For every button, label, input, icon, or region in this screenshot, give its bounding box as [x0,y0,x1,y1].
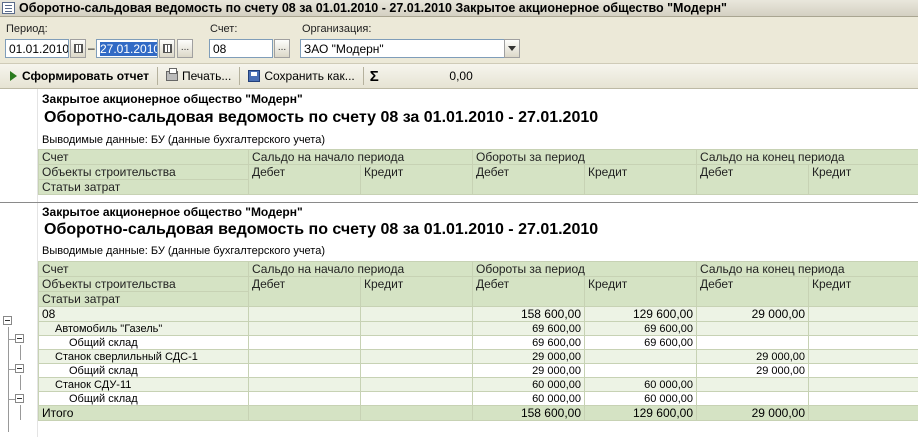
report-title: Оборотно-сальдовая ведомость по счету 08… [44,109,599,126]
header-objects: Объекты строительства [38,164,249,180]
header-opening-credit: Кредит [360,276,473,307]
period-label: Период: [6,23,48,35]
header-costs: Статьи затрат [38,291,249,307]
period-select-button[interactable]: ... [177,39,193,58]
header-account: Счет [38,261,249,277]
save-as-button[interactable]: Сохранить как... [244,65,358,87]
header-objects: Объекты строительства [38,276,249,292]
header-opening: Сальдо на начало периода [248,149,473,165]
collapse-group-object-2-icon[interactable] [15,364,24,373]
tree-line [8,327,9,432]
header-closing: Сальдо на конец периода [696,261,918,277]
header-turnover-credit: Кредит [583,276,698,307]
collapse-group-object-1-icon[interactable] [15,334,24,343]
header-costs: Статьи затрат [38,179,249,195]
section-divider [0,202,918,203]
header-opening-debit: Дебет [248,276,361,307]
header-closing-debit: Дебет [696,164,810,195]
report-data-label: Выводимые данные: БУ (данные бухгалтерск… [42,245,325,257]
report-org-name: Закрытое акционерное общество "Модерн" [42,92,303,106]
report-icon [2,2,15,14]
header-closing-credit: Кредит [808,276,918,307]
date-dash: – [88,41,95,55]
organization-label: Организация: [302,23,372,35]
date-to-calendar-button[interactable] [159,39,175,58]
calendar-icon [162,44,172,53]
table-row-object[interactable]: Станок сверлильный СДС-1 29 000,00 29 00… [38,349,918,364]
report-table: Счет Сальдо на начало периода Обороты за… [38,261,918,421]
toolbar-separator [239,67,241,85]
header-account: Счет [38,149,249,165]
header-turnover-debit: Дебет [472,164,585,195]
collapse-group-account-icon[interactable] [3,316,12,325]
header-opening: Сальдо на начало периода [248,261,473,277]
account-field[interactable]: 08 [209,39,273,58]
printer-icon [166,68,179,81]
table-row-object[interactable]: Станок СДУ-11 60 000,00 60 000,00 [38,377,918,392]
report-title: Оборотно-сальдовая ведомость по счету 08… [44,221,599,238]
toolbar-separator [362,67,364,85]
date-from-calendar-button[interactable] [70,39,86,58]
filter-panel: Период: 01.01.2010 – 27.01.2010 ... Счет… [0,17,918,63]
tree-gutter [0,89,38,437]
floppy-disk-icon [248,70,261,82]
header-turnover: Обороты за период [471,261,698,277]
table-row-object[interactable]: Автомобиль "Газель" 69 600,00 69 600,00 [38,321,918,336]
organization-dropdown-button[interactable] [504,39,520,58]
header-turnover-credit: Кредит [583,164,698,195]
tree-line [8,369,15,370]
sigma-icon: Σ [369,67,379,85]
generate-report-button[interactable]: Сформировать отчет [6,65,153,87]
tree-line [20,375,21,390]
tree-line [20,405,21,420]
header-closing-debit: Дебет [696,276,810,307]
organization-field[interactable]: ЗАО "Модерн" [300,39,505,58]
header-opening-debit: Дебет [248,164,361,195]
sum-value: 0,00 [449,69,473,83]
header-turnover-debit: Дебет [472,276,585,307]
report-area[interactable]: Закрытое акционерное общество "Модерн" О… [0,89,918,437]
header-table-top: Счет Сальдо на начало периода Обороты за… [38,149,918,195]
date-to-field[interactable]: 27.01.2010 [96,39,158,58]
report-org-name: Закрытое акционерное общество "Модерн" [42,205,303,219]
report-data-label: Выводимые данные: БУ (данные бухгалтерск… [42,134,325,146]
calendar-icon [73,44,83,53]
header-closing: Сальдо на конец периода [696,149,918,165]
play-icon [10,71,17,81]
table-row-cost[interactable]: Общий склад 60 000,00 60 000,00 [38,391,918,406]
toolbar: Сформировать отчет Печать... Сохранить к… [0,63,918,89]
title-bar: Оборотно-сальдовая ведомость по счету 08… [0,0,918,17]
window-title: Оборотно-сальдовая ведомость по счету 08… [19,1,727,15]
header-opening-credit: Кредит [360,164,473,195]
account-select-button[interactable]: ... [274,39,290,58]
header-turnover: Обороты за период [471,149,698,165]
tree-line [8,339,15,340]
table-row-cost[interactable]: Общий склад 69 600,00 69 600,00 [38,335,918,350]
account-label: Счет: [210,23,238,35]
toolbar-separator [157,67,159,85]
table-row-total[interactable]: Итого 158 600,00 129 600,00 29 000,00 [38,405,918,421]
print-button[interactable]: Печать... [162,65,235,87]
tree-line [8,399,15,400]
table-row-account[interactable]: 08 158 600,00 129 600,00 29 000,00 [38,306,918,322]
tree-line [20,345,21,360]
header-closing-credit: Кредит [808,164,918,195]
collapse-group-object-3-icon[interactable] [15,394,24,403]
date-from-field[interactable]: 01.01.2010 [5,39,69,58]
table-row-cost[interactable]: Общий склад 29 000,00 29 000,00 [38,363,918,378]
